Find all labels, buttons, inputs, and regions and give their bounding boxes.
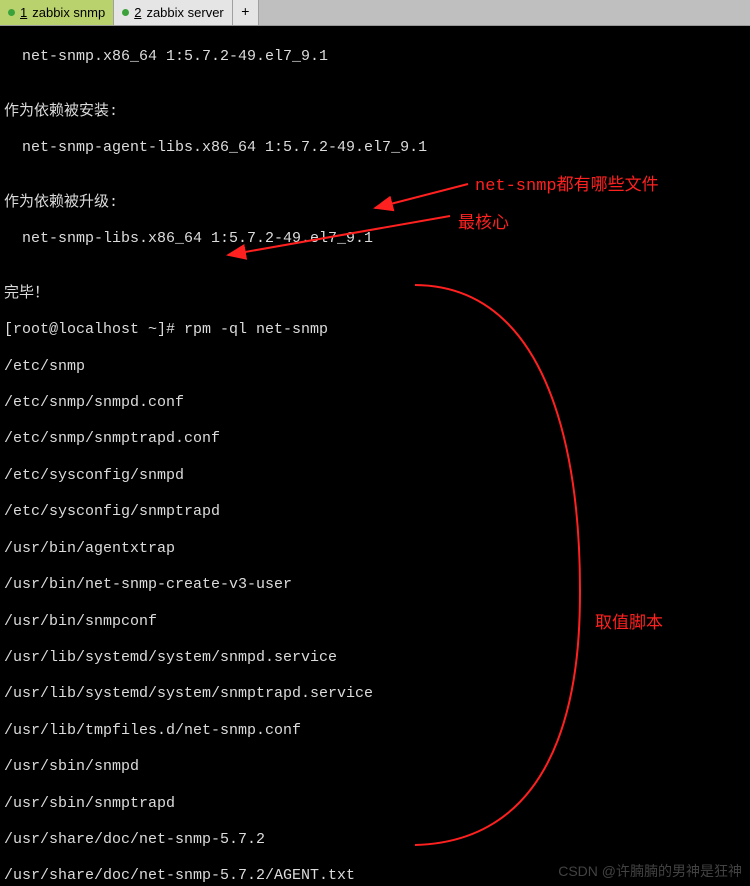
term-line: /usr/bin/snmpconf: [4, 613, 748, 631]
term-line: net-snmp-agent-libs.x86_64 1:5.7.2-49.el…: [4, 139, 748, 157]
new-tab-button[interactable]: +: [233, 0, 259, 25]
term-line: net-snmp-libs.x86_64 1:5.7.2-49.el7_9.1: [4, 230, 748, 248]
term-line: 完毕！: [4, 285, 748, 303]
term-line: /usr/bin/agentxtrap: [4, 540, 748, 558]
term-line: /etc/sysconfig/snmptrapd: [4, 503, 748, 521]
term-line: /usr/lib/systemd/system/snmptrapd.servic…: [4, 685, 748, 703]
term-line: /usr/share/doc/net-snmp-5.7.2: [4, 831, 748, 849]
tab-number: 1: [20, 5, 27, 20]
tab-zabbix-snmp[interactable]: 1 zabbix snmp: [0, 0, 114, 25]
status-dot-icon: [122, 9, 129, 16]
tab-zabbix-server[interactable]: 2 zabbix server: [114, 0, 233, 25]
term-line: /usr/lib/tmpfiles.d/net-snmp.conf: [4, 722, 748, 740]
term-line: /usr/sbin/snmpd: [4, 758, 748, 776]
status-dot-icon: [8, 9, 15, 16]
term-line: 作为依赖被升级:: [4, 194, 748, 212]
term-line: [root@localhost ~]# rpm -ql net-snmp: [4, 321, 748, 339]
term-line: /etc/sysconfig/snmpd: [4, 467, 748, 485]
term-line: /etc/snmp/snmptrapd.conf: [4, 430, 748, 448]
term-line: /usr/bin/net-snmp-create-v3-user: [4, 576, 748, 594]
term-line: /etc/snmp/snmpd.conf: [4, 394, 748, 412]
term-line: /usr/lib/systemd/system/snmpd.service: [4, 649, 748, 667]
term-line: net-snmp.x86_64 1:5.7.2-49.el7_9.1: [4, 48, 748, 66]
terminal-output[interactable]: net-snmp.x86_64 1:5.7.2-49.el7_9.1 作为依赖被…: [0, 26, 750, 886]
term-line: /etc/snmp: [4, 358, 748, 376]
tab-label: zabbix server: [146, 5, 223, 20]
watermark: CSDN @许腩腩的男神是狂神: [558, 861, 742, 881]
tab-label: zabbix snmp: [32, 5, 105, 20]
tab-bar: 1 zabbix snmp 2 zabbix server +: [0, 0, 750, 26]
term-line: 作为依赖被安装:: [4, 103, 748, 121]
tab-number: 2: [134, 5, 141, 20]
term-line: /usr/sbin/snmptrapd: [4, 795, 748, 813]
